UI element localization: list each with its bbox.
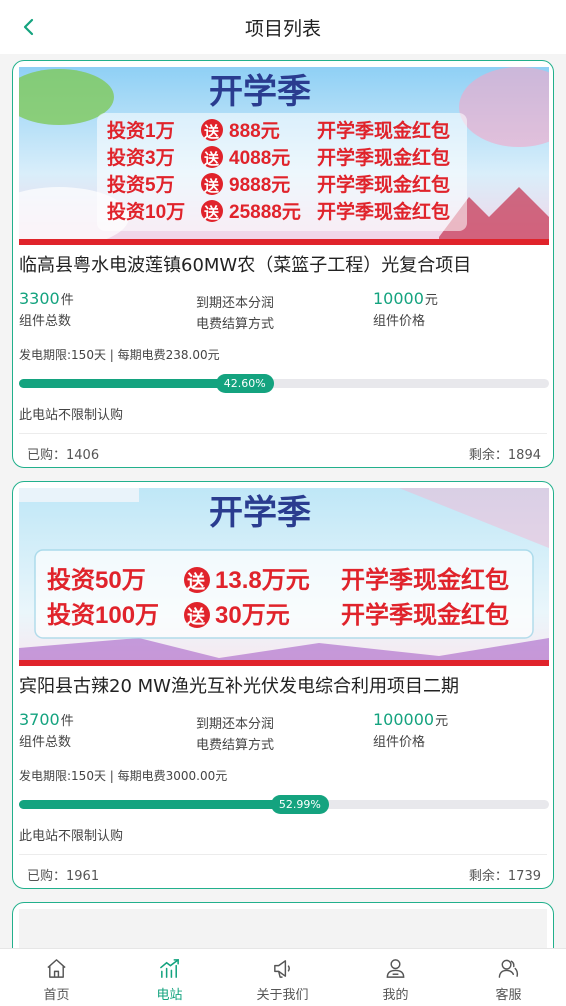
banner-amount: 4088元 xyxy=(229,148,290,169)
banner-amount: 30万元 xyxy=(215,602,290,629)
banner-tag: 开学季现金红包 xyxy=(341,601,509,629)
banner-amount: 888元 xyxy=(229,121,280,142)
settlement-value: 到期还本分润 xyxy=(196,296,275,311)
component-price: 10000元 组件价格 xyxy=(373,289,438,329)
page-title: 项目列表 xyxy=(244,18,321,40)
banner-gift: 送 xyxy=(186,571,206,592)
remaining-count: 剩余：1894 xyxy=(468,448,541,463)
project-card[interactable] xyxy=(12,902,554,948)
banner-heading: 开学季 xyxy=(209,72,311,111)
generation-period: 发电期限:150天 | 每期电费238.00元 xyxy=(19,348,220,362)
project-card[interactable]: 开学季 投资50万 送 13.8万元 开学季现金红包 投资100万 送 30万元… xyxy=(12,481,554,889)
banner-heading: 开学季 xyxy=(209,493,311,532)
unit: 件 xyxy=(60,714,74,729)
top-bar: 项目列表 xyxy=(0,0,566,54)
components-total-label: 组件总数 xyxy=(19,735,72,750)
banner-gift: 送 xyxy=(186,606,206,627)
unit: 元 xyxy=(424,293,438,308)
tab-service[interactable]: 客服 xyxy=(452,949,565,1006)
settlement-method: 到期还本分润 电费结算方式 xyxy=(196,289,274,332)
settlement-label: 电费结算方式 xyxy=(196,738,275,753)
tab-label: 电站 xyxy=(156,988,183,1003)
price-label: 组件价格 xyxy=(373,735,426,750)
chart-icon xyxy=(160,959,179,978)
settlement-value: 到期还本分润 xyxy=(196,717,275,732)
home-icon xyxy=(47,959,66,978)
subscription-limit: 此电站不限制认购 xyxy=(19,408,124,423)
banner-gift: 送 xyxy=(203,150,220,168)
tab-label: 关于我们 xyxy=(256,988,309,1003)
banner-amount: 13.8万元 xyxy=(215,567,310,594)
project-name: 宾阳县古辣20 MW渔光互补光伏发电综合利用项目二期 xyxy=(19,676,459,697)
banner-amount: 9888元 xyxy=(229,175,290,196)
component-price: 100000元 组件价格 xyxy=(373,710,448,750)
banner-invest: 投资5万 xyxy=(107,173,175,196)
banner-invest: 投资3万 xyxy=(107,146,175,169)
tab-label: 客服 xyxy=(495,988,522,1003)
subscription-limit: 此电站不限制认购 xyxy=(19,829,124,844)
bought-count: 已购：1406 xyxy=(27,448,100,463)
unit: 件 xyxy=(60,293,74,308)
banner-invest: 投资50万 xyxy=(47,567,146,594)
bought-count: 已购：1961 xyxy=(27,869,100,884)
remaining-count: 剩余：1739 xyxy=(468,869,541,884)
components-total: 3300件 组件总数 xyxy=(19,289,74,329)
service-icon xyxy=(498,959,519,978)
progress-badge: 52.99% xyxy=(270,795,329,814)
divider xyxy=(19,433,547,434)
tab-label: 首页 xyxy=(43,988,70,1003)
progress-fill xyxy=(19,800,300,809)
progress-bar: 52.99% xyxy=(19,795,549,814)
project-list[interactable]: 开学季 投资1万 送 888元 开学季现金红包 投资3万 送 4088元 开学季… xyxy=(0,54,566,948)
banner-invest: 投资1万 xyxy=(107,119,175,142)
banner-amount: 25888元 xyxy=(229,202,301,223)
project-card[interactable]: 开学季 投资1万 送 888元 开学季现金红包 投资3万 送 4088元 开学季… xyxy=(12,60,554,468)
banner-tag: 开学季现金红包 xyxy=(317,173,450,196)
banner-tag: 开学季现金红包 xyxy=(317,119,450,142)
megaphone-icon xyxy=(274,960,290,978)
price-value: 10000 xyxy=(373,289,424,308)
bottom-tab-bar: 首页 电站 关于我们 我的 客服 xyxy=(0,948,566,1006)
divider xyxy=(19,854,547,855)
user-icon xyxy=(386,959,405,978)
promo-banner[interactable]: 开学季 投资50万 送 13.8万元 开学季现金红包 投资100万 送 30万元… xyxy=(19,488,549,666)
components-total-label: 组件总数 xyxy=(19,314,72,329)
settlement-method: 到期还本分润 电费结算方式 xyxy=(196,710,274,753)
banner-tag: 开学季现金红包 xyxy=(317,146,450,169)
tab-about[interactable]: 关于我们 xyxy=(226,949,339,1006)
progress-fill xyxy=(19,379,245,388)
price-value: 100000 xyxy=(373,710,435,729)
components-total-value: 3300 xyxy=(19,289,60,308)
components-total: 3700件 组件总数 xyxy=(19,710,74,750)
tab-mine[interactable]: 我的 xyxy=(339,949,452,1006)
banner-invest: 投资10万 xyxy=(107,200,185,223)
settlement-label: 电费结算方式 xyxy=(196,317,275,332)
banner-invest: 投资100万 xyxy=(47,602,159,629)
promo-banner[interactable] xyxy=(19,909,547,948)
banner-gift: 送 xyxy=(203,123,220,141)
progress-badge: 42.60% xyxy=(215,374,274,393)
tab-home[interactable]: 首页 xyxy=(0,949,113,1006)
progress-bar: 42.60% xyxy=(19,374,549,393)
tab-station[interactable]: 电站 xyxy=(113,949,226,1006)
banner-gift: 送 xyxy=(203,204,220,222)
components-total-value: 3700 xyxy=(19,710,60,729)
banner-gift: 送 xyxy=(203,177,220,195)
banner-tag: 开学季现金红包 xyxy=(341,566,509,594)
banner-tag: 开学季现金红包 xyxy=(317,200,450,223)
unit: 元 xyxy=(435,714,449,729)
project-name: 临高县粤水电波莲镇60MW农（菜篮子工程）光复合项目 xyxy=(19,255,472,276)
generation-period: 发电期限:150天 | 每期电费3000.00元 xyxy=(19,769,228,783)
price-label: 组件价格 xyxy=(373,314,426,329)
promo-banner[interactable]: 开学季 投资1万 送 888元 开学季现金红包 投资3万 送 4088元 开学季… xyxy=(19,67,549,245)
tab-label: 我的 xyxy=(382,988,409,1003)
